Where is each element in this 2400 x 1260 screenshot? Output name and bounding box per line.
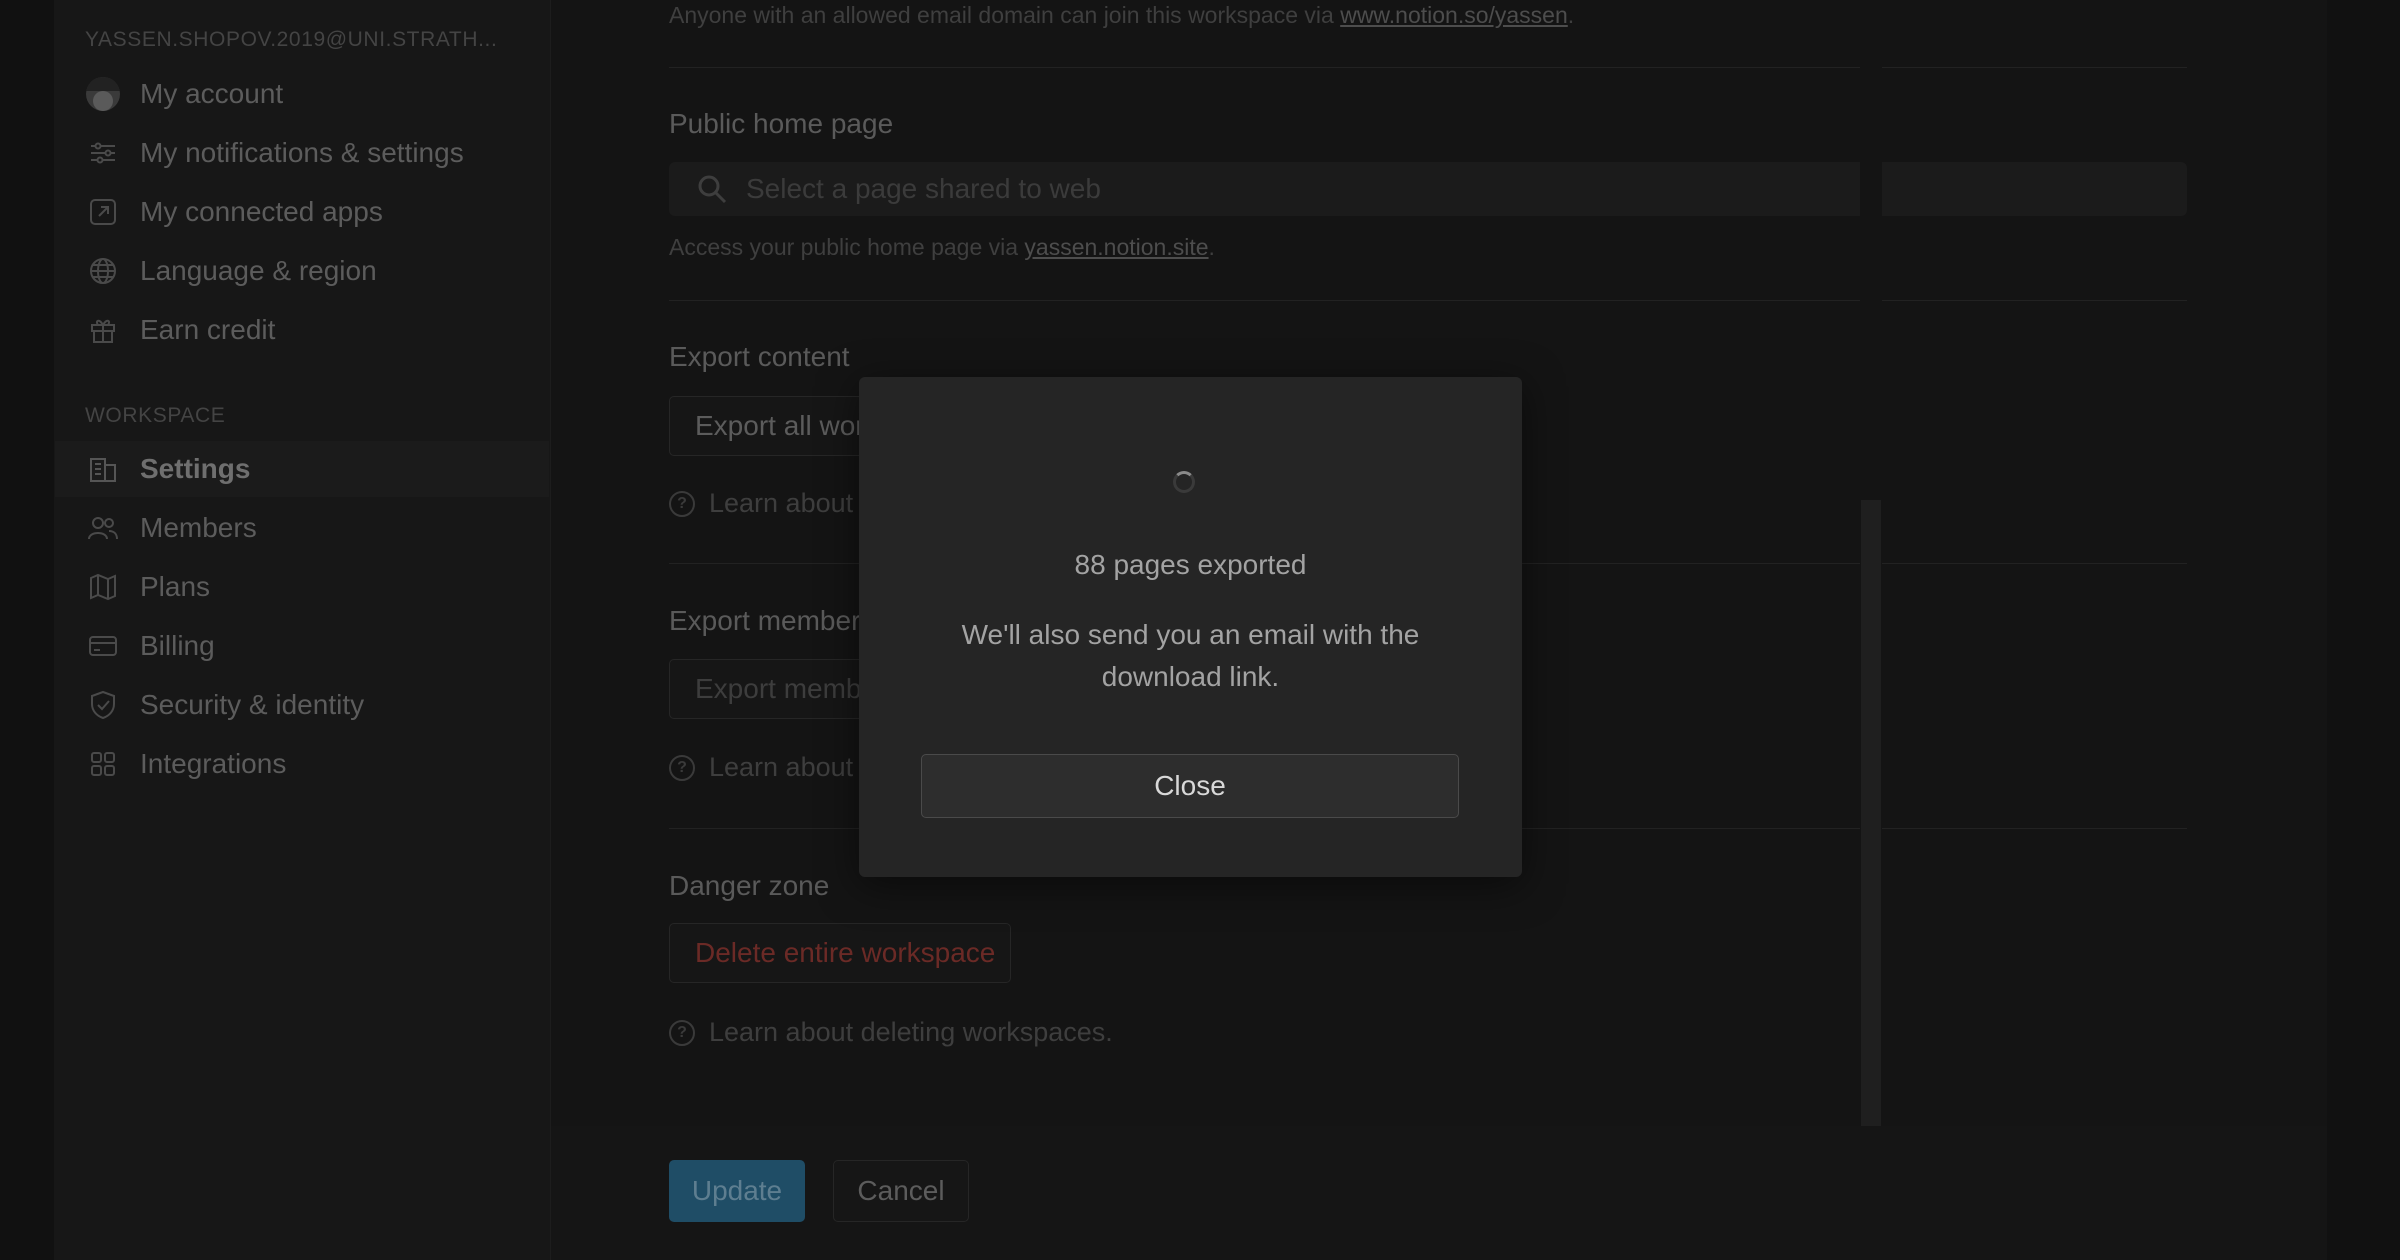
export-content-learn-text: Learn about [709,488,854,518]
loading-spinner-icon [1173,471,1195,493]
sidebar-item-label: My notifications & settings [140,137,464,168]
sidebar-item-label: Members [140,512,257,543]
public-home-search[interactable] [669,162,2187,216]
domain-note-text: Anyone with an allowed email domain can … [669,2,1341,28]
map-icon [86,570,120,604]
account-section-label: YASSEN.SHOPOV.2019@UNI.STRATH... [85,28,498,51]
credit-card-icon [86,629,120,663]
public-home-search-input[interactable] [744,172,2148,206]
domain-note-suffix: . [1567,2,1575,28]
sidebar-item-earn-credit[interactable]: Earn credit [55,302,549,358]
sidebar-item-label: Earn credit [140,314,276,345]
delete-workspace-button[interactable]: Delete entire workspace [669,923,1011,983]
help-icon: ? [669,1019,695,1046]
public-home-caption: Access your public home page via yassen.… [669,234,1215,261]
sidebar-item-plans[interactable]: Plans [55,559,549,615]
people-icon [86,511,120,545]
settings-sidebar: YASSEN.SHOPOV.2019@UNI.STRATH... My acco… [54,0,551,1260]
update-button[interactable]: Update [669,1160,805,1222]
avatar [86,77,120,111]
gift-icon [86,313,120,347]
public-home-heading: Public home page [669,108,894,139]
export-email-message: We'll also send you an email with the do… [961,619,1420,692]
delete-workspace-button-label: Delete entire workspace [695,937,996,968]
delete-learn-text: Learn about deleting workspaces. [709,1017,1113,1047]
workspace-section-label: WORKSPACE [85,404,226,427]
sidebar-item-label: Integrations [140,748,287,779]
public-home-link[interactable]: yassen.notion.site [1024,234,1208,260]
sidebar-item-label: Settings [140,453,251,484]
help-icon: ? [669,754,695,781]
export-content-heading: Export content [669,341,850,372]
sidebar-item-language-region[interactable]: Language & region [55,243,549,299]
sidebar-item-integrations[interactable]: Integrations [55,736,549,792]
close-button[interactable]: Close [921,754,1459,818]
sidebar-item-security[interactable]: Security & identity [55,677,549,733]
sliders-icon [86,136,120,170]
globe-icon [86,254,120,288]
divider [669,300,2187,301]
export-progress-dialog: 88 pages exported We'll also send you an… [859,377,1522,877]
sidebar-item-connected-apps[interactable]: My connected apps [55,184,549,240]
domain-note: Anyone with an allowed email domain can … [669,2,1574,29]
scrollbar-thumb[interactable] [1861,500,1881,1126]
export-members-learn-text: Learn about [709,752,854,782]
building-icon [86,452,120,486]
danger-zone-heading: Danger zone [669,870,830,901]
sidebar-item-label: My account [140,78,284,109]
export-members-heading: Export member [669,605,861,636]
sidebar-item-label: My connected apps [140,196,383,227]
export-members-learn[interactable]: ? Learn about [669,752,853,783]
cancel-button[interactable]: Cancel [833,1160,969,1222]
public-home-caption-text: Access your public home page via [669,234,1025,260]
sidebar-item-my-account[interactable]: My account [55,66,549,122]
export-members-button-label: Export memb [695,673,862,704]
divider [669,67,2187,68]
shield-icon [86,688,120,722]
grid-icon [86,747,120,781]
sidebar-item-billing[interactable]: Billing [55,618,549,674]
help-icon: ? [669,490,695,517]
sidebar-item-settings[interactable]: Settings [55,441,549,497]
external-link-icon [86,195,120,229]
domain-link[interactable]: www.notion.so/yassen [1340,2,1568,28]
delete-learn[interactable]: ? Learn about deleting workspaces. [669,1017,1113,1048]
sidebar-item-label: Security & identity [140,689,365,720]
export-status-text: 88 pages exported [1074,549,1307,580]
sidebar-item-label: Language & region [140,255,377,286]
public-home-caption-suffix: . [1208,234,1215,260]
sidebar-item-notifications[interactable]: My notifications & settings [55,125,549,181]
sidebar-item-label: Billing [140,630,215,661]
sidebar-item-members[interactable]: Members [55,500,549,556]
export-content-learn[interactable]: ? Learn about [669,488,853,519]
settings-footer: Update Cancel [551,1126,2327,1260]
sidebar-item-label: Plans [140,571,211,602]
search-icon [696,173,728,205]
export-all-button-label: Export all wor [695,410,865,441]
